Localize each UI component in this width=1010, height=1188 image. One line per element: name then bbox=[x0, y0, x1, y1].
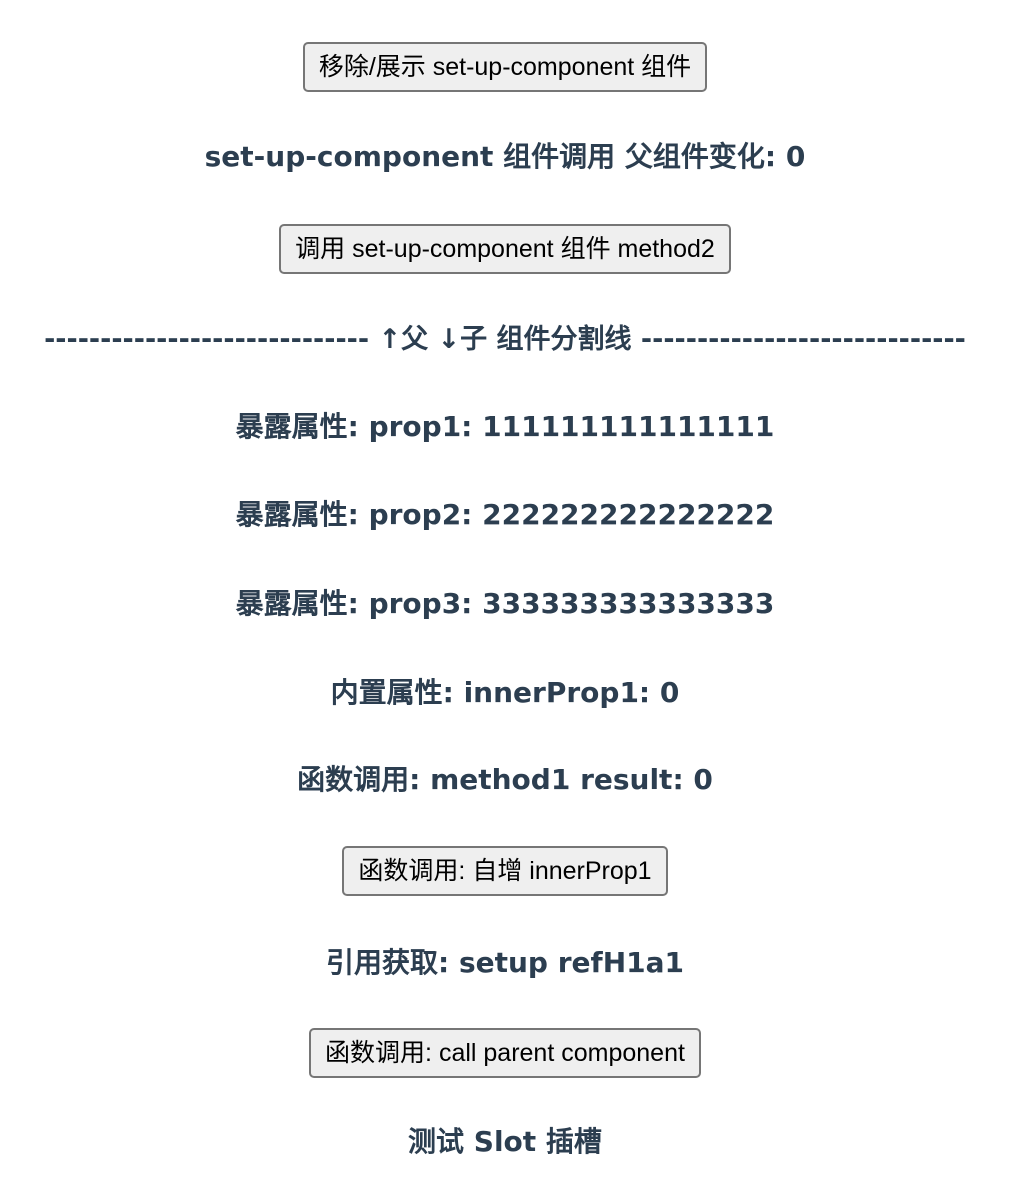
method2-row: 调用 set-up-component 组件 method2 bbox=[0, 224, 1010, 274]
call-parent-button[interactable]: 函数调用: call parent component bbox=[309, 1028, 701, 1078]
prop2-row: 暴露属性: prop2: 222222222222222 bbox=[0, 495, 1010, 535]
ref-row: 引用获取: setup refH1a1 bbox=[0, 943, 1010, 983]
slot-title: 测试 Slot 插槽 bbox=[408, 1125, 602, 1158]
divider-row: ----------------------------- ↑父 ↓子 组件分割… bbox=[0, 320, 1010, 360]
method1-row: 函数调用: method1 result: 0 bbox=[0, 760, 1010, 800]
exposed-prop2: 暴露属性: prop2: 222222222222222 bbox=[235, 498, 775, 531]
inner-prop1: 内置属性: innerProp1: 0 bbox=[330, 676, 680, 709]
exposed-prop3: 暴露属性: prop3: 333333333333333 bbox=[235, 587, 775, 620]
increment-inner-prop-button[interactable]: 函数调用: 自增 innerProp1 bbox=[342, 846, 668, 896]
increment-row: 函数调用: 自增 innerProp1 bbox=[0, 846, 1010, 896]
slot-row: 测试 Slot 插槽 bbox=[0, 1122, 1010, 1162]
toggle-component-button[interactable]: 移除/展示 set-up-component 组件 bbox=[302, 42, 708, 92]
prop1-row: 暴露属性: prop1: 111111111111111 bbox=[0, 407, 1010, 447]
ref-h1a1: 引用获取: setup refH1a1 bbox=[326, 946, 684, 979]
call-parent-row: 函数调用: call parent component bbox=[0, 1028, 1010, 1078]
toggle-row: 移除/展示 set-up-component 组件 bbox=[0, 42, 1010, 92]
prop3-row: 暴露属性: prop3: 333333333333333 bbox=[0, 584, 1010, 624]
page: 移除/展示 set-up-component 组件 set-up-compone… bbox=[0, 0, 1010, 1188]
method1-result: 函数调用: method1 result: 0 bbox=[297, 763, 713, 796]
exposed-prop1: 暴露属性: prop1: 111111111111111 bbox=[235, 410, 775, 443]
component-divider: ----------------------------- ↑父 ↓子 组件分割… bbox=[44, 324, 966, 355]
inner-prop-row: 内置属性: innerProp1: 0 bbox=[0, 673, 1010, 713]
call-method2-button[interactable]: 调用 set-up-component 组件 method2 bbox=[279, 224, 731, 274]
parent-change-status: set-up-component 组件调用 父组件变化: 0 bbox=[204, 140, 806, 173]
parent-status-row: set-up-component 组件调用 父组件变化: 0 bbox=[0, 137, 1010, 177]
